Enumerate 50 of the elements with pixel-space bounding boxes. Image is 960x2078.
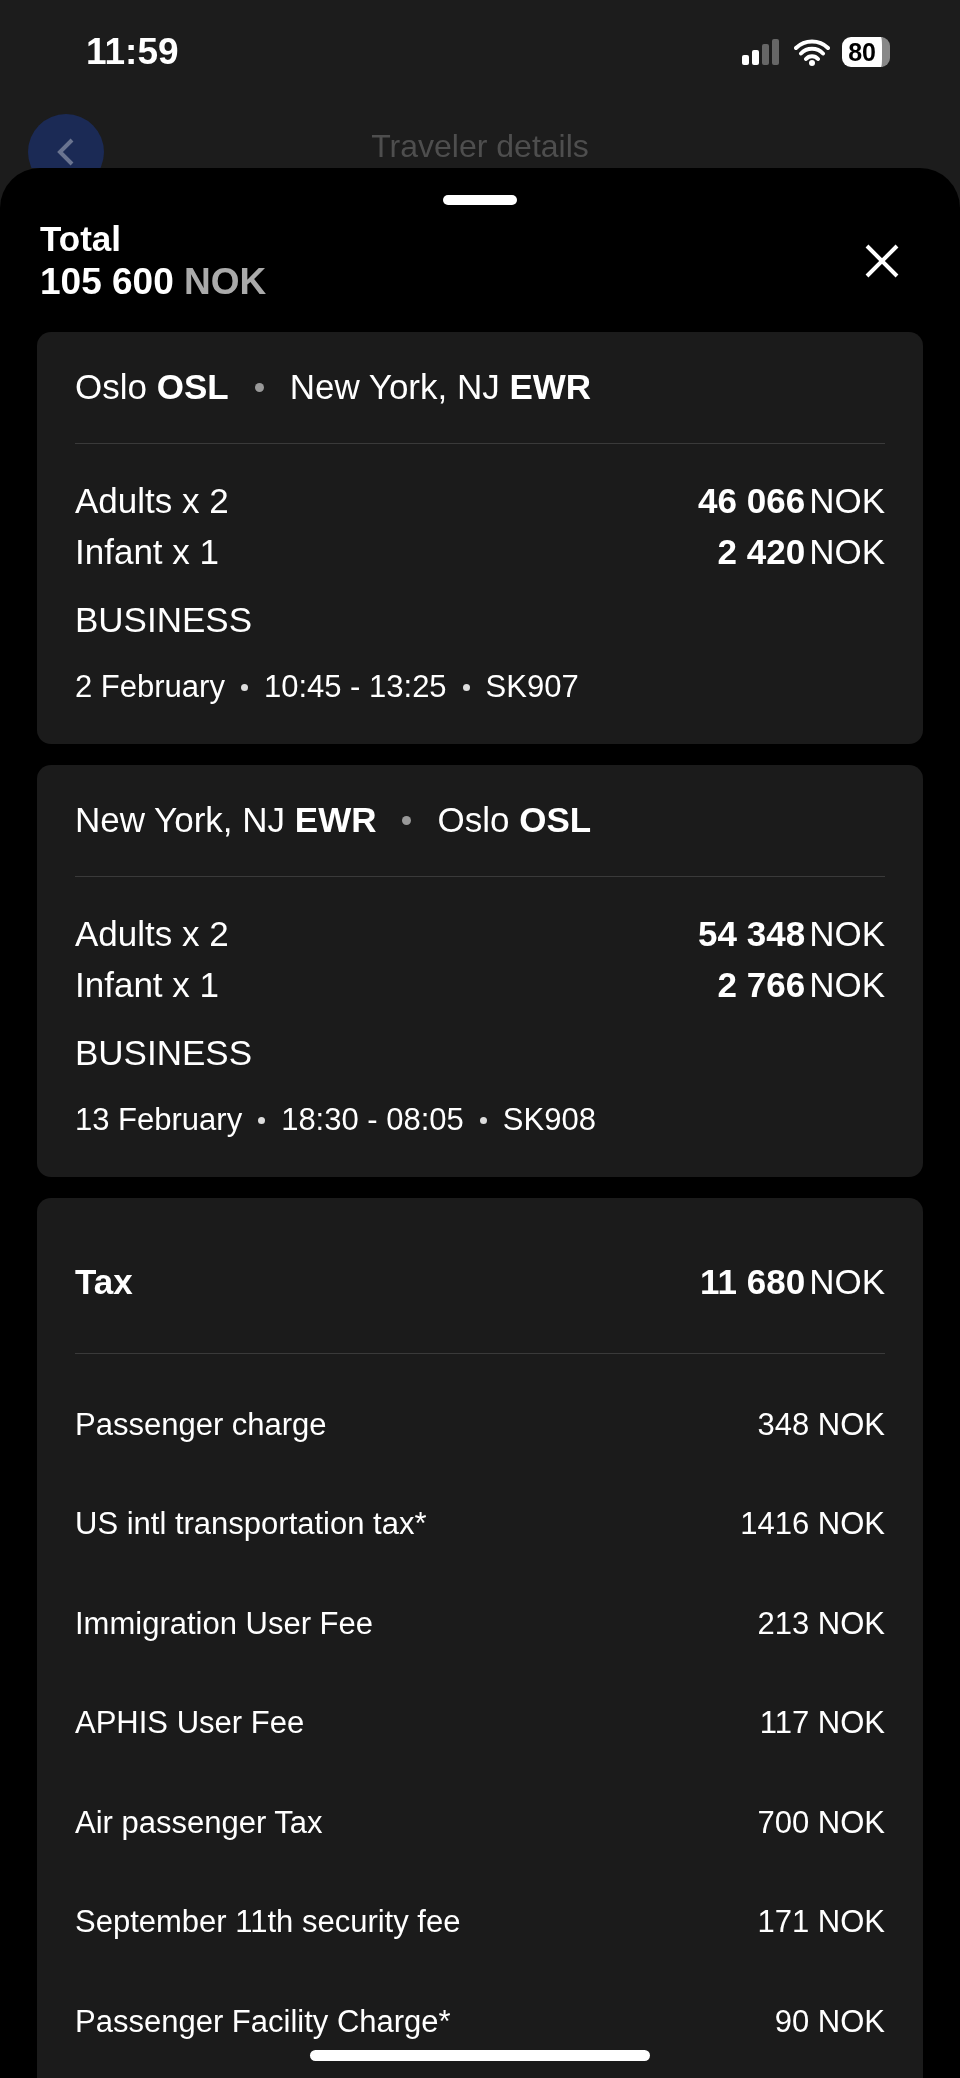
passenger-count: Infant x 1: [75, 964, 219, 1005]
separator-dot: [479, 1116, 487, 1124]
total-amount: 105 600 NOK: [40, 260, 267, 304]
destination-airport: Oslo OSL: [437, 799, 592, 841]
passenger-price: 2 420 NOK: [717, 531, 885, 572]
tax-item-label: Air passenger Tax: [75, 1804, 323, 1841]
cabin-class: BUSINESS: [75, 1032, 253, 1074]
tax-item-label: Passenger Facility Charge*: [75, 2003, 451, 2040]
tax-item-label: APHIS User Fee: [75, 1705, 305, 1742]
destination-airport: New York, NJ EWR: [289, 366, 592, 408]
wifi-icon: [794, 38, 831, 66]
tax-item-label: Immigration User Fee: [75, 1605, 374, 1642]
flight-detail: 18:30 - 08:05: [281, 1101, 464, 1139]
origin-airport: New York, NJ EWR: [75, 799, 377, 841]
total-label: Total: [40, 218, 122, 260]
flight-detail: SK908: [502, 1101, 596, 1139]
separator-dot: [240, 683, 248, 691]
tax-item-amount: 171 NOK: [757, 1904, 885, 1941]
passenger-price: 2 766 NOK: [717, 964, 885, 1005]
flight-detail: 13 February: [75, 1101, 243, 1139]
tax-item-label: US intl transportation tax*: [75, 1506, 427, 1543]
separator-dot: [254, 382, 264, 392]
tax-item-amount: 90 NOK: [774, 2003, 885, 2040]
tax-total: 11 680 NOK: [700, 1262, 885, 1302]
passenger-price: 46 066 NOK: [698, 480, 885, 521]
drag-handle[interactable]: [443, 195, 517, 205]
flight-detail: SK907: [485, 668, 579, 706]
tax-label: Tax: [75, 1262, 133, 1302]
battery-icon: 80: [842, 37, 890, 67]
separator-dot: [402, 815, 412, 825]
separator-dot: [258, 1116, 266, 1124]
tax-item-amount: 117 NOK: [759, 1705, 885, 1742]
back-button[interactable]: [28, 114, 104, 168]
tax-item-label: Passenger charge: [75, 1406, 327, 1443]
separator-dot: [462, 683, 470, 691]
cabin-class: BUSINESS: [75, 599, 253, 641]
passenger-count: Adults x 2: [75, 913, 229, 954]
origin-airport: Oslo OSL: [75, 366, 229, 408]
tax-item-amount: 348 NOK: [757, 1406, 885, 1443]
passenger-count: Adults x 2: [75, 480, 229, 521]
flight-detail: 10:45 - 13:25: [263, 668, 447, 706]
passenger-price: 54 348 NOK: [698, 913, 885, 954]
close-button[interactable]: [864, 243, 900, 279]
tax-item-label: September 11th security fee: [75, 1904, 461, 1941]
tax-item-amount: 213 NOK: [757, 1605, 885, 1642]
tax-item-amount: 1416 NOK: [740, 1506, 885, 1543]
status-time: 11:59: [86, 31, 179, 73]
passenger-count: Infant x 1: [75, 531, 219, 572]
flight-detail: 2 February: [75, 668, 225, 706]
tax-item-amount: 700 NOK: [757, 1804, 885, 1841]
